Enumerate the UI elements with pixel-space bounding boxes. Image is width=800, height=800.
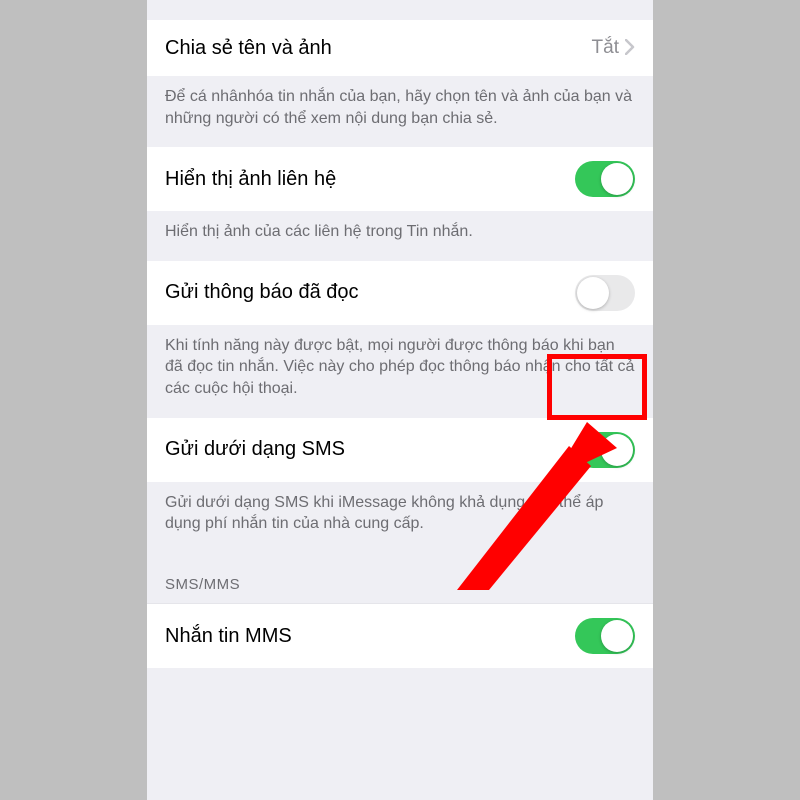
- row-footer: Hiển thị ảnh của các liên hệ trong Tin n…: [147, 211, 653, 261]
- row-show-contact-photos[interactable]: Hiển thị ảnh liên hệ: [147, 147, 653, 211]
- toggle-show-contact-photos[interactable]: [575, 161, 635, 197]
- row-label: Gửi thông báo đã đọc: [165, 281, 575, 304]
- section-header-sms-mms: SMS/MMS: [147, 553, 653, 603]
- row-label: Gửi dưới dạng SMS: [165, 438, 575, 461]
- toggle-send-read-receipts[interactable]: [575, 275, 635, 311]
- toggle-send-as-sms[interactable]: [575, 432, 635, 468]
- settings-screen: Chia sẻ tên và ảnh Tắt Để cá nhânhóa tin…: [147, 0, 653, 800]
- row-send-as-sms[interactable]: Gửi dưới dạng SMS: [147, 418, 653, 482]
- row-footer: Gửi dưới dạng SMS khi iMessage không khả…: [147, 482, 653, 553]
- row-share-name-photo[interactable]: Chia sẻ tên và ảnh Tắt: [147, 20, 653, 76]
- row-footer: Để cá nhânhóa tin nhắn của bạn, hãy chọn…: [147, 76, 653, 147]
- row-footer: Khi tính năng này được bật, mọi người đư…: [147, 325, 653, 418]
- row-label: Chia sẻ tên và ảnh: [165, 37, 592, 60]
- row-mms-messaging[interactable]: Nhắn tin MMS: [147, 603, 653, 668]
- row-value: Tắt: [592, 37, 619, 59]
- row-label: Nhắn tin MMS: [165, 625, 575, 648]
- row-label: Hiển thị ảnh liên hệ: [165, 168, 575, 191]
- row-send-read-receipts[interactable]: Gửi thông báo đã đọc: [147, 261, 653, 325]
- chevron-right-icon: [625, 37, 635, 59]
- toggle-mms-messaging[interactable]: [575, 618, 635, 654]
